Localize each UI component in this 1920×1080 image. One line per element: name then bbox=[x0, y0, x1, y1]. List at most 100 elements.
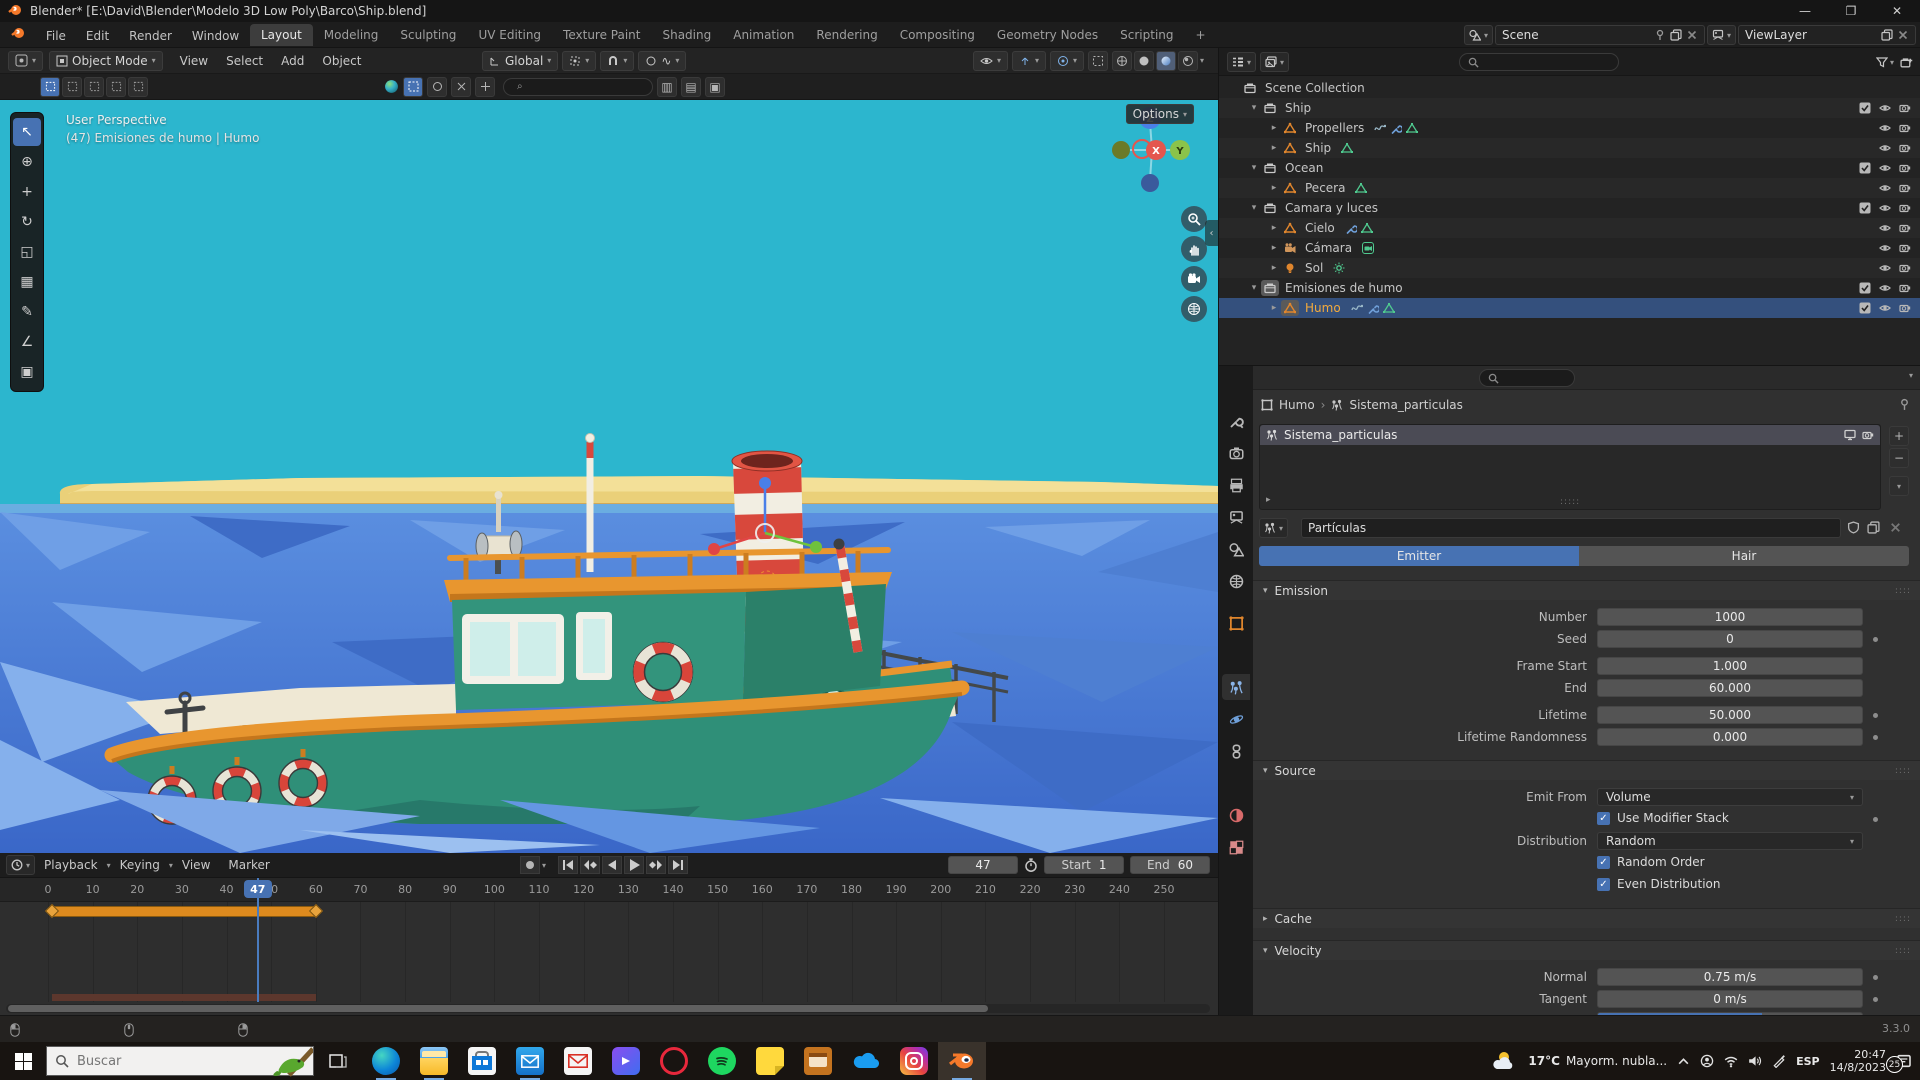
taskbar-icon-ring[interactable] bbox=[650, 1042, 698, 1080]
properties-options-icon[interactable]: ▾ bbox=[1909, 371, 1913, 380]
play-button[interactable] bbox=[624, 856, 644, 874]
toggle-2[interactable] bbox=[451, 77, 471, 97]
tool-annotate[interactable]: ✎ bbox=[13, 298, 41, 326]
properties-tab-tool[interactable] bbox=[1222, 408, 1250, 434]
field-lifetime[interactable]: 50.000 bbox=[1597, 706, 1863, 724]
properties-tab-physics[interactable] bbox=[1222, 706, 1250, 732]
timeline-menu-keying[interactable]: Keying bbox=[111, 858, 169, 872]
render-visibility-icon[interactable] bbox=[1899, 302, 1911, 314]
expand-open-icon[interactable]: ▾ bbox=[1247, 103, 1261, 113]
copy-datablock-icon[interactable] bbox=[1867, 521, 1880, 534]
outliner-row-cielo[interactable]: ▸Cielo bbox=[1219, 218, 1920, 238]
viewlayer-browse-button[interactable]: ▾ bbox=[1707, 25, 1736, 45]
unlink-datablock-icon[interactable] bbox=[1889, 521, 1902, 534]
viewport-menu-select[interactable]: Select bbox=[217, 54, 272, 68]
animate-dot[interactable] bbox=[1873, 713, 1878, 718]
new-viewlayer-icon[interactable] bbox=[1881, 29, 1893, 41]
properties-tab-texture[interactable] bbox=[1222, 834, 1250, 860]
field-lifetime-randomness[interactable]: 0.000 bbox=[1597, 728, 1863, 746]
auto-key-record-button[interactable] bbox=[520, 856, 540, 874]
expand-open-icon[interactable]: ▾ bbox=[1247, 163, 1261, 173]
search-input[interactable] bbox=[77, 1054, 227, 1069]
proportional-edit-button[interactable]: ∿▾ bbox=[638, 51, 686, 71]
timeline-menu-playback[interactable]: Playback bbox=[35, 858, 107, 872]
field-end[interactable]: 60.000 bbox=[1597, 679, 1863, 697]
meshdata-icon[interactable] bbox=[1361, 222, 1373, 234]
properties-tab-modifiers[interactable] bbox=[1222, 642, 1250, 668]
tab-geometry-nodes[interactable]: Geometry Nodes bbox=[986, 24, 1109, 46]
tab-compositing[interactable]: Compositing bbox=[889, 24, 986, 46]
timeline-scrollbar[interactable] bbox=[6, 1004, 1210, 1013]
properties-tab-material[interactable] bbox=[1222, 802, 1250, 828]
outliner-label[interactable]: Cielo bbox=[1305, 221, 1335, 235]
tab-animation[interactable]: Animation bbox=[722, 24, 805, 46]
new-scene-icon[interactable] bbox=[1670, 29, 1682, 41]
taskbar-icon-notes[interactable] bbox=[746, 1042, 794, 1080]
section-header-emission[interactable]: ▾Emission:::: bbox=[1253, 580, 1920, 600]
frame-end-field[interactable]: End60 bbox=[1130, 856, 1210, 874]
eye-icon[interactable] bbox=[1879, 302, 1891, 314]
viewport-menu-add[interactable]: Add bbox=[272, 54, 313, 68]
timeline-tracks[interactable] bbox=[0, 902, 1218, 1002]
hand-icon[interactable] bbox=[1181, 236, 1207, 262]
add-particle-system-button[interactable]: + bbox=[1889, 426, 1909, 446]
overlays-button[interactable]: ▾ bbox=[1050, 51, 1084, 71]
tab-sculpting[interactable]: Sculpting bbox=[389, 24, 467, 46]
camera-view-icon[interactable] bbox=[1181, 266, 1207, 292]
tray-chevron-up-icon[interactable] bbox=[1677, 1055, 1690, 1068]
viewport-display-icon[interactable] bbox=[1844, 429, 1856, 441]
shading-rendered-button[interactable] bbox=[1178, 51, 1198, 71]
eye-icon[interactable] bbox=[1879, 122, 1891, 134]
blender-menu-logo-icon[interactable] bbox=[10, 26, 26, 43]
render-visibility-icon[interactable] bbox=[1899, 162, 1911, 174]
taskbar-icon-store[interactable] bbox=[458, 1042, 506, 1080]
scene-selector[interactable]: Scene bbox=[1495, 25, 1705, 45]
expand-closed-icon[interactable]: ▸ bbox=[1267, 123, 1281, 133]
render-visibility-icon[interactable] bbox=[1899, 182, 1911, 194]
outliner-search-input[interactable] bbox=[1459, 53, 1619, 71]
show-object-types-button[interactable]: ▾ bbox=[973, 51, 1008, 71]
outliner-label[interactable]: Ship bbox=[1305, 141, 1331, 155]
checkbox-random-order[interactable]: ✓Random Order bbox=[1597, 855, 1705, 869]
menu-edit[interactable]: Edit bbox=[76, 24, 119, 48]
tab-rendering[interactable]: Rendering bbox=[805, 24, 888, 46]
properties-search-input[interactable] bbox=[1479, 369, 1575, 387]
exclude-checkbox[interactable] bbox=[1859, 202, 1871, 214]
weather-text[interactable]: 17°C Mayorm. nubla... bbox=[1528, 1054, 1667, 1068]
meshdata-icon[interactable] bbox=[1406, 122, 1418, 134]
frame-range-band[interactable] bbox=[52, 906, 315, 917]
jump-start-button[interactable] bbox=[558, 856, 578, 874]
use-preview-range-icon[interactable] bbox=[1024, 858, 1038, 872]
field-tangent[interactable]: 0 m/s bbox=[1597, 990, 1863, 1008]
select-mode-new[interactable] bbox=[40, 77, 60, 97]
section-header-cache[interactable]: ▸Cache:::: bbox=[1253, 908, 1920, 928]
menu-window[interactable]: Window bbox=[182, 24, 249, 48]
eye-icon[interactable] bbox=[1879, 262, 1891, 274]
fake-user-icon[interactable] bbox=[1847, 521, 1860, 534]
taskbar-icon-explorer[interactable] bbox=[410, 1042, 458, 1080]
tab-scripting[interactable]: Scripting bbox=[1109, 24, 1184, 46]
render-visibility-icon[interactable] bbox=[1899, 142, 1911, 154]
render-visibility-icon[interactable] bbox=[1899, 242, 1911, 254]
select-mode-invert[interactable] bbox=[106, 77, 126, 97]
sun-icon[interactable] bbox=[1333, 262, 1345, 274]
scene-browse-button[interactable]: ▾ bbox=[1464, 25, 1493, 45]
outliner-row-cámara[interactable]: ▸Cámara bbox=[1219, 238, 1920, 258]
particles-name-field[interactable]: Partículas bbox=[1301, 518, 1841, 538]
anim-icon[interactable] bbox=[1351, 302, 1363, 314]
taskbar-icon-blender[interactable] bbox=[938, 1042, 986, 1080]
unlink-scene-icon[interactable] bbox=[1686, 29, 1698, 41]
breadcrumb-data[interactable]: Sistema_particulas bbox=[1349, 398, 1462, 412]
expand-closed-icon[interactable]: ▸ bbox=[1267, 243, 1281, 253]
outliner-label[interactable]: Propellers bbox=[1305, 121, 1364, 135]
breadcrumb-object[interactable]: Humo bbox=[1279, 398, 1315, 412]
tool-search-input[interactable]: ⌕ bbox=[503, 78, 653, 96]
section-header-source[interactable]: ▾Source:::: bbox=[1253, 760, 1920, 780]
timeline-ruler[interactable]: 0102030405060708090100110120130140150160… bbox=[0, 878, 1218, 902]
properties-tab-data[interactable] bbox=[1222, 770, 1250, 796]
outliner-label[interactable]: Scene Collection bbox=[1265, 81, 1365, 95]
mode-selector[interactable]: Object Mode▾ bbox=[49, 51, 163, 71]
remove-particle-system-button[interactable]: − bbox=[1889, 448, 1909, 468]
pivot-point-button[interactable]: ▾ bbox=[562, 51, 596, 71]
toggle-1[interactable] bbox=[427, 77, 447, 97]
